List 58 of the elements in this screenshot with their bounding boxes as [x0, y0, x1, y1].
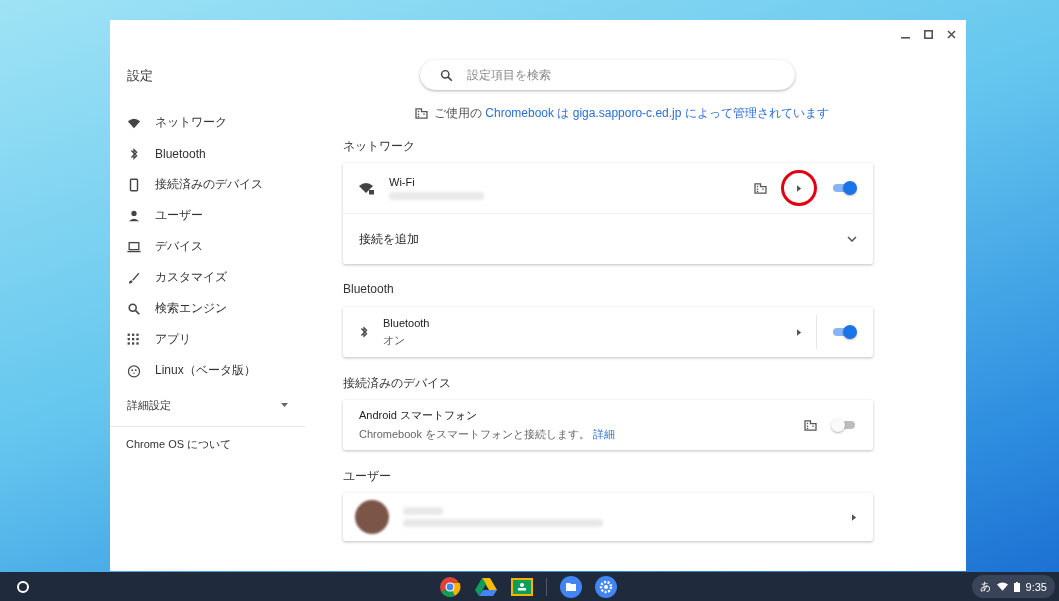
- phone-icon: [127, 177, 141, 192]
- sidebar-item[interactable]: Linux（ベータ版）: [110, 355, 305, 386]
- search-icon: [127, 301, 141, 316]
- toggle-switch[interactable]: [831, 418, 857, 432]
- chevron-down-icon: [847, 236, 857, 242]
- sidebar-item[interactable]: カスタマイズ: [110, 262, 305, 293]
- arrow-icon[interactable]: [852, 513, 857, 521]
- bluetooth-icon: [359, 325, 369, 339]
- battery-icon: [1013, 581, 1020, 592]
- building-icon: [415, 108, 428, 119]
- sidebar-item[interactable]: 検索エンジン: [110, 293, 305, 324]
- ime-indicator: あ: [979, 579, 991, 594]
- row-title: Wi-Fi: [389, 176, 416, 188]
- maximize-icon[interactable]: [924, 30, 933, 39]
- grid-icon: [127, 332, 141, 347]
- avatar: [355, 500, 389, 534]
- arrow-icon[interactable]: [796, 184, 802, 192]
- sidebar-item[interactable]: ネットワーク: [110, 107, 305, 138]
- browser-icon[interactable]: [439, 575, 461, 598]
- sidebar-item[interactable]: 接続済みのデバイス: [110, 169, 305, 200]
- status-tray[interactable]: あ 9:35: [971, 575, 1055, 598]
- row-subtitle: オン: [383, 332, 406, 348]
- managed-notice: ご使用の Chromebook は giga.sapporo-c.ed.jp によって管理されています: [434, 105, 829, 122]
- person-icon: [127, 208, 141, 223]
- sidebar-item[interactable]: ユーザー: [110, 200, 305, 231]
- folder-icon[interactable]: [560, 575, 582, 598]
- sidebar-item[interactable]: デバイス: [110, 231, 305, 262]
- advanced-settings[interactable]: 詳細設定: [110, 394, 305, 416]
- section-title: ネットワーク: [343, 138, 416, 152]
- caret-icon: [281, 403, 288, 407]
- search-field[interactable]: 設定項目を検索: [465, 67, 775, 83]
- section-title: ユーザー: [343, 468, 392, 482]
- launcher-button[interactable]: [17, 580, 29, 593]
- sidebar-item[interactable]: アプリ: [110, 324, 305, 355]
- brush-icon: [127, 270, 141, 285]
- section-title: Bluetooth: [343, 282, 395, 296]
- window-title: 設定: [126, 67, 154, 85]
- add-connection-row[interactable]: 接続を追加: [343, 213, 873, 264]
- clock: 9:35: [1025, 580, 1047, 593]
- toggle-switch[interactable]: [831, 325, 857, 339]
- section-title: 接続済みのデバイス: [343, 375, 452, 389]
- search-icon: [440, 68, 453, 82]
- classroom-icon[interactable]: [511, 577, 533, 596]
- row-title: Bluetooth: [383, 316, 431, 329]
- arrow-icon[interactable]: [797, 328, 802, 336]
- wifi-icon: [996, 582, 1008, 591]
- penguin-icon: [127, 363, 141, 378]
- wifi-lock-icon: [359, 181, 375, 195]
- toggle-switch[interactable]: [831, 181, 857, 195]
- about-link[interactable]: Chrome OS について: [110, 437, 305, 452]
- close-icon[interactable]: [947, 30, 956, 39]
- drive-icon[interactable]: [474, 576, 498, 597]
- laptop-icon: [127, 239, 141, 254]
- settings-icon[interactable]: [595, 575, 617, 598]
- row-title: Android スマートフォン: [359, 408, 478, 423]
- search-bar[interactable]: 設定項目を検索: [420, 60, 795, 90]
- sidebar-item[interactable]: Bluetooth: [110, 138, 305, 169]
- row-subtitle: Chromebook をスマートフォンと接続します。 詳細: [359, 427, 617, 442]
